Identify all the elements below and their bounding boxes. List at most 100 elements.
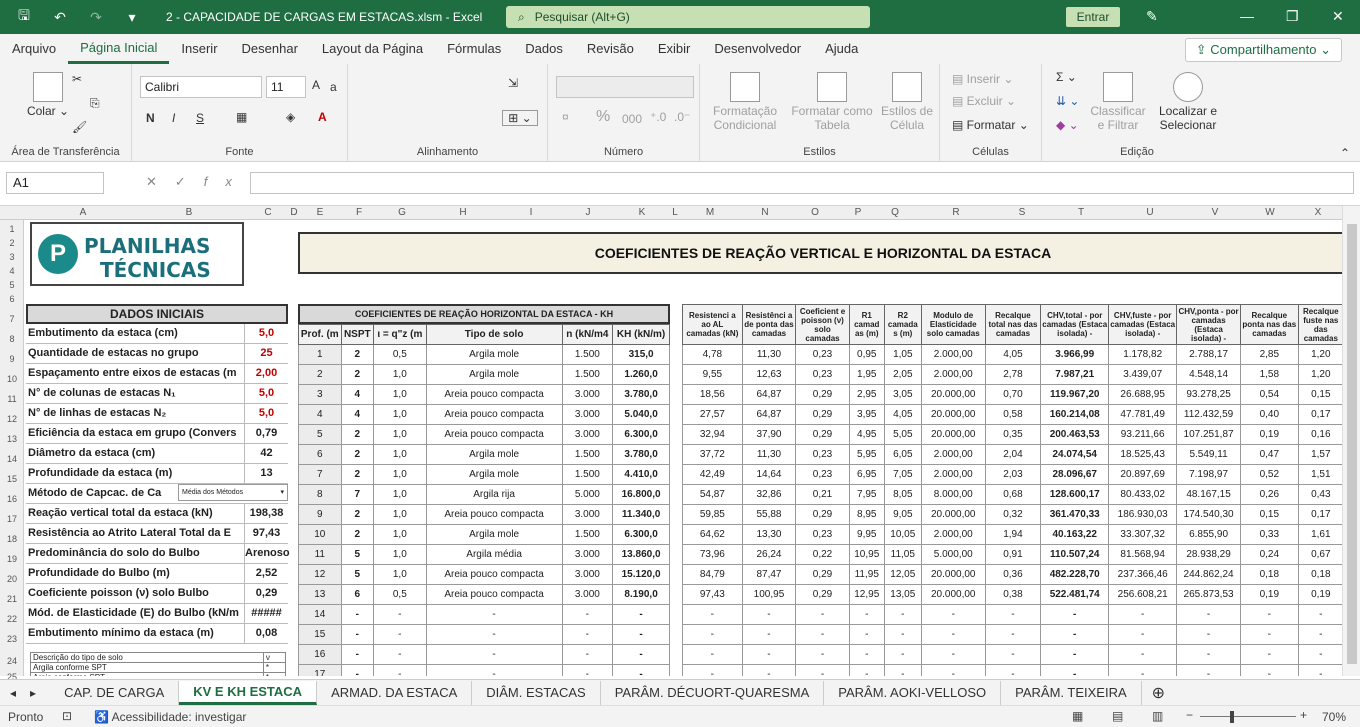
kh-cell[interactable]: Argila mole [425,344,563,365]
kh-cell[interactable]: 3 [298,384,342,405]
kv-cell[interactable]: 0,23 [795,524,850,545]
kh-cell[interactable]: 2 [340,504,374,525]
kv-cell[interactable]: 9,05 [883,504,922,525]
kv-cell[interactable]: 0,58 [984,404,1042,425]
kv-cell[interactable]: - [848,664,885,676]
kv-cell[interactable]: 200.463,53 [1040,424,1110,445]
kh-cell[interactable]: 1,0 [372,524,427,545]
kv-cell[interactable]: 1,05 [883,344,922,365]
kv-cell[interactable]: 1,57 [1297,444,1342,465]
kv-cell[interactable]: - [1108,644,1178,665]
kh-cell[interactable]: Areia pouco compacta [425,404,563,425]
kv-cell[interactable]: 20.000,00 [920,504,986,525]
kh-cell[interactable]: Areia pouco compacta [425,584,563,605]
kh-cell[interactable]: Areia pouco compacta [425,564,563,585]
zoom-slider[interactable] [1200,716,1296,717]
kv-cell[interactable]: 8,95 [848,504,885,525]
kv-cell[interactable]: 42,49 [682,464,743,485]
kh-cell[interactable]: 5 [340,544,374,565]
kv-cell[interactable]: - [1108,664,1178,676]
menu-item[interactable]: Desenhar [230,34,310,64]
sheet-tab[interactable]: KV E KH ESTACA [179,680,318,705]
kh-cell[interactable]: - [372,624,427,645]
kv-cell[interactable]: 26.688,95 [1108,384,1178,405]
kv-cell[interactable]: - [795,644,850,665]
kv-cell[interactable]: 64,87 [741,384,797,405]
kv-cell[interactable]: 256.608,21 [1108,584,1178,605]
format-cells-button[interactable]: ▤ Formatar ⌄ [952,118,1029,132]
kv-cell[interactable]: - [1040,664,1110,676]
kh-cell[interactable]: 16 [298,644,342,665]
cut-icon[interactable]: ✂ [72,72,82,86]
column-header[interactable]: J [562,207,614,218]
kv-cell[interactable]: 37,72 [682,444,743,465]
kv-cell[interactable]: 2.000,00 [920,464,986,485]
kv-cell[interactable]: 1,61 [1297,524,1342,545]
kh-cell[interactable]: 1.500 [561,464,614,485]
kv-cell[interactable]: - [920,644,986,665]
row-header[interactable]: 20 [0,574,24,584]
kv-cell[interactable]: 47.781,49 [1108,404,1178,425]
column-header[interactable]: P [840,207,876,218]
dados-value[interactable]: 13 [244,464,288,483]
kh-cell[interactable]: 2 [340,444,374,465]
kv-cell[interactable]: - [795,624,850,645]
kv-cell[interactable]: - [682,604,743,625]
kh-cell[interactable]: 2 [340,524,374,545]
bold-button[interactable]: N [146,111,155,125]
solo-cell[interactable]: Areia conforme SPT [30,672,264,676]
sheet-tab[interactable]: CAP. DE CARGA [50,680,180,705]
row-header[interactable]: 24 [0,656,24,666]
kh-cell[interactable]: 1.500 [561,364,614,385]
kv-cell[interactable]: 87,47 [741,564,797,585]
kv-cell[interactable]: 0,15 [1239,504,1299,525]
kv-cell[interactable]: 2.000,00 [920,524,986,545]
kh-cell[interactable]: 6 [340,584,374,605]
zoom-thumb[interactable] [1230,711,1234,723]
kv-cell[interactable]: - [682,624,743,645]
kv-cell[interactable]: 0,67 [1297,544,1342,565]
kv-cell[interactable]: - [795,664,850,676]
merge-center-icon[interactable]: ⊞ ⌄ [502,110,538,126]
row-header[interactable]: 13 [0,434,24,444]
kv-cell[interactable]: 54,87 [682,484,743,505]
dados-value[interactable]: 0,08 [244,624,288,643]
kv-cell[interactable]: 0,54 [1239,384,1299,405]
kv-cell[interactable]: - [920,664,986,676]
menu-item[interactable]: Inserir [169,34,229,64]
kv-cell[interactable]: 0,18 [1297,564,1342,585]
kv-cell[interactable]: - [1040,604,1110,625]
dados-value[interactable]: 198,38 [244,504,288,523]
percent-button[interactable]: % [596,108,610,126]
row-header[interactable]: 11 [0,394,24,404]
column-header[interactable]: K [614,207,670,218]
kv-cell[interactable]: 1,51 [1297,464,1342,485]
kh-cell[interactable]: 3.000 [561,504,614,525]
kh-cell[interactable]: - [561,664,614,676]
column-header[interactable]: V [1184,207,1246,218]
kh-cell[interactable]: 5.040,0 [612,404,670,425]
kv-cell[interactable]: 2,85 [1239,344,1299,365]
conditional-format-button[interactable]: Formatação Condicional [708,72,782,132]
kv-cell[interactable]: 0,17 [1297,504,1342,525]
kv-cell[interactable]: 0,68 [984,484,1042,505]
kv-cell[interactable]: 7.198,97 [1176,464,1241,485]
currency-icon[interactable]: ¤ [562,110,569,124]
menu-item[interactable]: Página Inicial [68,34,170,64]
sheet-tab[interactable]: DIÂM. ESTACAS [472,680,601,705]
kv-cell[interactable]: 4,05 [883,404,922,425]
row-header[interactable]: 22 [0,614,24,624]
kv-cell[interactable]: 40.163,22 [1040,524,1110,545]
kv-cell[interactable]: 1,94 [984,524,1042,545]
menu-item[interactable]: Arquivo [0,34,68,64]
dados-value[interactable]: 0,79 [244,424,288,443]
kh-cell[interactable]: 1,0 [372,504,427,525]
kh-cell[interactable]: 1.260,0 [612,364,670,385]
kv-cell[interactable]: 6,95 [848,464,885,485]
kh-cell[interactable]: 13.860,0 [612,544,670,565]
find-select-button[interactable]: Localizar e Selecionar [1150,72,1226,132]
dados-value[interactable]: 2,00 [244,364,288,383]
kv-cell[interactable]: - [1239,604,1299,625]
menu-item[interactable]: Dados [513,34,575,64]
kv-cell[interactable]: 2.000,00 [920,444,986,465]
